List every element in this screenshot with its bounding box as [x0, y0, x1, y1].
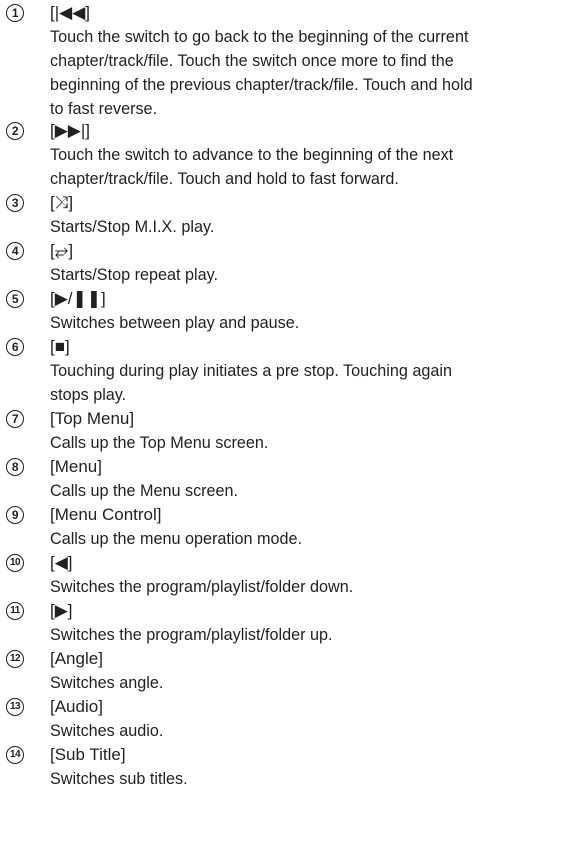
- item-number: 10: [6, 554, 24, 572]
- item-number: 4: [6, 242, 24, 260]
- item-description: Touch the switch to go back to the begin…: [50, 25, 560, 121]
- desc-line: Switches the program/playlist/folder up.: [50, 626, 333, 644]
- desc-line: Starts/Stop M.I.X. play.: [50, 218, 215, 236]
- item-number: 13: [6, 698, 24, 716]
- item-label: [▶]: [50, 601, 73, 620]
- desc-line: Touch the switch to advance to the begin…: [50, 146, 454, 164]
- item-label: [⤨]: [50, 193, 74, 212]
- desc-line: stops play.: [50, 386, 127, 404]
- item-description: Starts/Stop repeat play.: [50, 263, 560, 287]
- item-description: Switches the program/playlist/folder up.: [50, 623, 560, 647]
- item-label: [Audio]: [50, 697, 103, 716]
- item-number: 7: [6, 410, 24, 428]
- desc-line: Switches audio.: [50, 722, 164, 740]
- item-label: [■]: [50, 337, 70, 356]
- item-number: 9: [6, 506, 24, 524]
- item-label: [Menu Control]: [50, 505, 162, 524]
- desc-line: Switches between play and pause.: [50, 314, 300, 332]
- item-description: Switches the program/playlist/folder dow…: [50, 575, 560, 599]
- item-number: 14: [6, 746, 24, 764]
- desc-line: Starts/Stop repeat play.: [50, 266, 218, 284]
- item-number: 3: [6, 194, 24, 212]
- item-number: 11: [6, 602, 24, 620]
- desc-line: chapter/track/file. Touch and hold to fa…: [50, 170, 399, 188]
- desc-line: Switches sub titles.: [50, 770, 188, 788]
- item-label: [▶/❚❚]: [50, 289, 106, 308]
- item-label: [Top Menu]: [50, 409, 135, 428]
- item-number: 1: [6, 4, 24, 22]
- item-description: Touch the switch to advance to the begin…: [50, 143, 560, 191]
- desc-line: Calls up the menu operation mode.: [50, 530, 302, 548]
- item-description: Switches audio.: [50, 719, 560, 743]
- desc-line: chapter/track/file. Touch the switch onc…: [50, 52, 454, 70]
- item-description: Calls up the menu operation mode.: [50, 527, 560, 551]
- item-number: 6: [6, 338, 24, 356]
- item-description: Switches between play and pause.: [50, 311, 560, 335]
- item-description: Calls up the Menu screen.: [50, 479, 560, 503]
- desc-line: Calls up the Menu screen.: [50, 482, 239, 500]
- item-number: 2: [6, 122, 24, 140]
- desc-line: Touch the switch to go back to the begin…: [50, 28, 469, 46]
- item-description: Starts/Stop M.I.X. play.: [50, 215, 560, 239]
- desc-line: beginning of the previous chapter/track/…: [50, 76, 473, 94]
- item-label: [▶▶|]: [50, 121, 91, 140]
- item-label: [◀]: [50, 553, 73, 572]
- desc-line: Calls up the Top Menu screen.: [50, 434, 269, 452]
- item-description: Calls up the Top Menu screen.: [50, 431, 560, 455]
- item-number: 12: [6, 650, 24, 668]
- item-number: 8: [6, 458, 24, 476]
- desc-line: Switches angle.: [50, 674, 164, 692]
- item-label: [Angle]: [50, 649, 103, 668]
- desc-line: Switches the program/playlist/folder dow…: [50, 578, 354, 596]
- item-label: [Sub Title]: [50, 745, 126, 764]
- item-label: [⥂]: [50, 241, 74, 260]
- item-number: 5: [6, 290, 24, 308]
- item-label: [Menu]: [50, 457, 102, 476]
- item-description: Switches angle.: [50, 671, 560, 695]
- desc-line: to fast reverse.: [50, 100, 158, 118]
- item-label: [|◀◀]: [50, 3, 91, 22]
- desc-line: Touching during play initiates a pre sto…: [50, 362, 452, 380]
- item-description: Switches sub titles.: [50, 767, 560, 791]
- item-description: Touching during play initiates a pre sto…: [50, 359, 560, 407]
